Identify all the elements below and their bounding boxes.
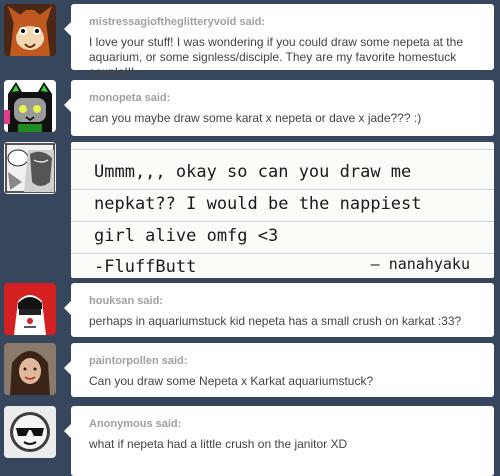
avatar[interactable] bbox=[4, 4, 56, 56]
ask-card: monopeta said: can you maybe draw some k… bbox=[64, 80, 494, 136]
ask-text: can you maybe draw some karat x nepeta o… bbox=[89, 111, 422, 125]
ask-text: what if nepeta had a little crush on the… bbox=[89, 437, 348, 451]
avatar[interactable] bbox=[4, 142, 56, 194]
ask-card: mistressagioftheglitteryvoid said: I lov… bbox=[64, 4, 494, 79]
sunglasses-anonymous-avatar-icon bbox=[4, 406, 56, 458]
handwritten-line: -FluffButt bbox=[94, 257, 197, 277]
handwritten-line: Ummm,,, okay so can you draw me bbox=[94, 162, 412, 182]
asker-name[interactable]: monopeta said: bbox=[71, 80, 494, 104]
handwritten-signature: — nanahyaku bbox=[370, 255, 470, 273]
handwritten-line: girl alive omfg <3 bbox=[94, 226, 279, 246]
avatar[interactable] bbox=[4, 406, 56, 458]
avatar[interactable] bbox=[4, 283, 56, 335]
ask-card: Anonymous said: what if nepeta had a lit… bbox=[64, 406, 494, 476]
ask-text: I love your stuff! I was wondering if yo… bbox=[89, 35, 463, 79]
handwritten-ask-image: Ummm,,, okay so can you draw me nepkat??… bbox=[71, 142, 494, 278]
asker-name[interactable]: Anonymous said: bbox=[71, 406, 494, 430]
ask-card: houksan said: perhaps in aquariumstuck k… bbox=[64, 283, 494, 337]
avatar[interactable] bbox=[4, 80, 56, 132]
ask-text: Can you draw some Nepeta x Karkat aquari… bbox=[89, 374, 374, 388]
handwritten-line: nepkat?? I would be the nappiest bbox=[94, 194, 422, 214]
asker-name[interactable]: mistressagioftheglitteryvoid said: bbox=[71, 4, 494, 28]
photo-girl-avatar-icon bbox=[4, 343, 56, 395]
ask-card: paintorpollen said: Can you draw some Ne… bbox=[64, 343, 494, 397]
cartoon-cat-face-avatar-icon bbox=[4, 4, 56, 56]
avatar[interactable] bbox=[4, 343, 56, 395]
asker-name[interactable]: houksan said: bbox=[71, 283, 494, 307]
red-troll-avatar-icon bbox=[4, 283, 56, 335]
ask-text: perhaps in aquariumstuck kid nepeta has … bbox=[89, 314, 462, 328]
green-cat-girl-avatar-icon bbox=[4, 80, 56, 132]
asker-name[interactable]: paintorpollen said: bbox=[71, 343, 494, 367]
manga-panel-avatar-icon bbox=[4, 142, 56, 194]
